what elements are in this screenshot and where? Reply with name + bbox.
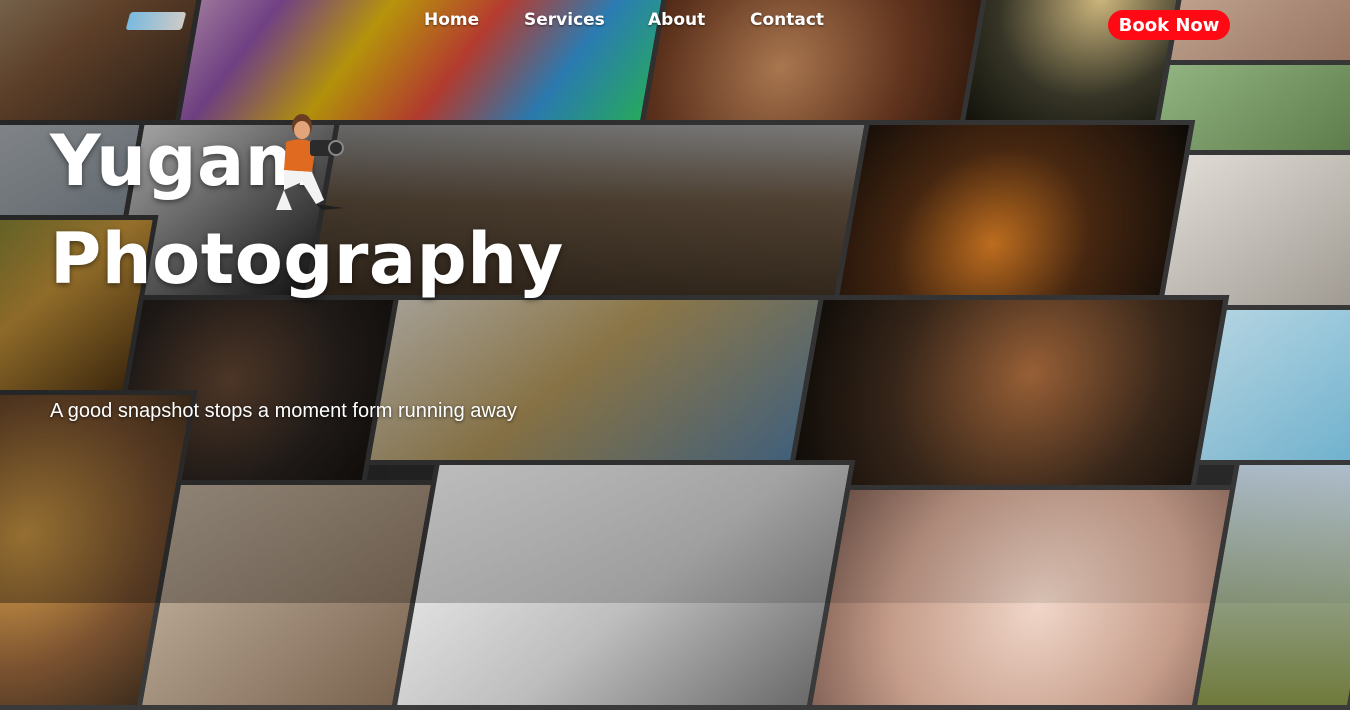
nav-about[interactable]: About [648, 10, 705, 30]
nav-services[interactable]: Services [524, 10, 605, 30]
nav-home[interactable]: Home [424, 10, 479, 30]
photographer-mascot-icon [276, 114, 344, 210]
hero-tagline: A good snapshot stops a moment form runn… [50, 400, 517, 422]
book-now-button[interactable]: Book Now [1108, 10, 1230, 40]
yugam-logo[interactable] [125, 12, 187, 30]
nav-contact[interactable]: Contact [750, 10, 824, 30]
hero-title-line2: Photography [50, 218, 564, 300]
